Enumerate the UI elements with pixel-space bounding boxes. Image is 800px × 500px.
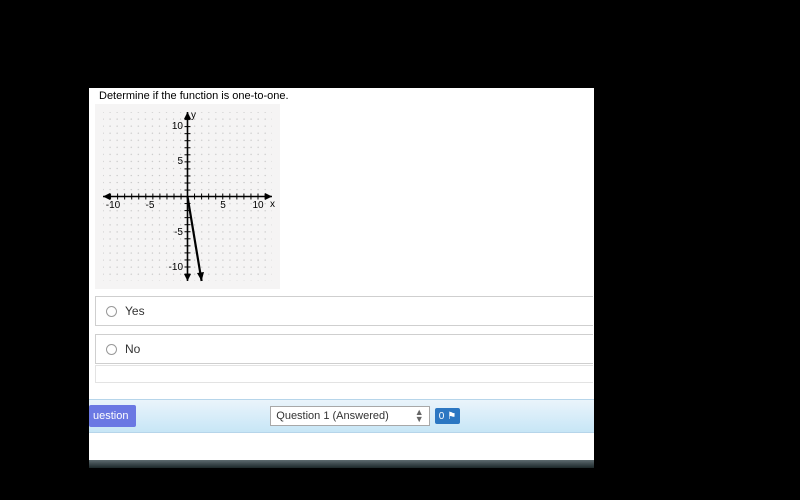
x-tick-neg5: -5 (146, 200, 155, 211)
y-axis-label: y (191, 110, 196, 121)
y-tick-neg5: -5 (174, 227, 183, 238)
option-label: Yes (125, 304, 145, 318)
x-axis-label: x (270, 199, 275, 210)
question-selector-text: Question 1 (Answered) (276, 410, 389, 422)
radio-icon (106, 344, 117, 355)
question-selector[interactable]: Question 1 (Answered) ▲▼ (270, 406, 429, 426)
quiz-panel: Determine if the function is one-to-one. (89, 88, 594, 468)
y-tick-5: 5 (177, 156, 183, 167)
flag-count: 0 (439, 411, 445, 422)
y-tick-neg10: -10 (169, 262, 184, 273)
question-prompt: Determine if the function is one-to-one. (99, 90, 289, 102)
stepper-icon: ▲▼ (415, 409, 424, 423)
flag-icon: ⚑ (447, 411, 456, 422)
nav-bar: uestion Question 1 (Answered) ▲▼ 0 ⚑ (89, 399, 594, 433)
question-button[interactable]: uestion (89, 405, 136, 427)
y-tick-10: 10 (172, 121, 184, 132)
spacer-bar (95, 365, 593, 383)
option-yes[interactable]: Yes (95, 296, 593, 326)
option-no[interactable]: No (95, 334, 593, 364)
x-tick-10: 10 (252, 200, 264, 211)
dock-strip (89, 460, 594, 468)
option-label: No (125, 342, 140, 356)
coordinate-graph: y x -10 -5 5 10 10 5 -5 -10 (95, 104, 280, 289)
answer-options: Yes No (95, 296, 593, 364)
graph-panel: y x -10 -5 5 10 10 5 -5 -10 (95, 104, 280, 289)
flag-badge[interactable]: 0 ⚑ (435, 408, 461, 424)
radio-icon (106, 306, 117, 317)
x-tick-5: 5 (220, 200, 226, 211)
question-selector-wrap: Question 1 (Answered) ▲▼ 0 ⚑ (270, 406, 460, 426)
x-tick-neg10: -10 (106, 200, 121, 211)
